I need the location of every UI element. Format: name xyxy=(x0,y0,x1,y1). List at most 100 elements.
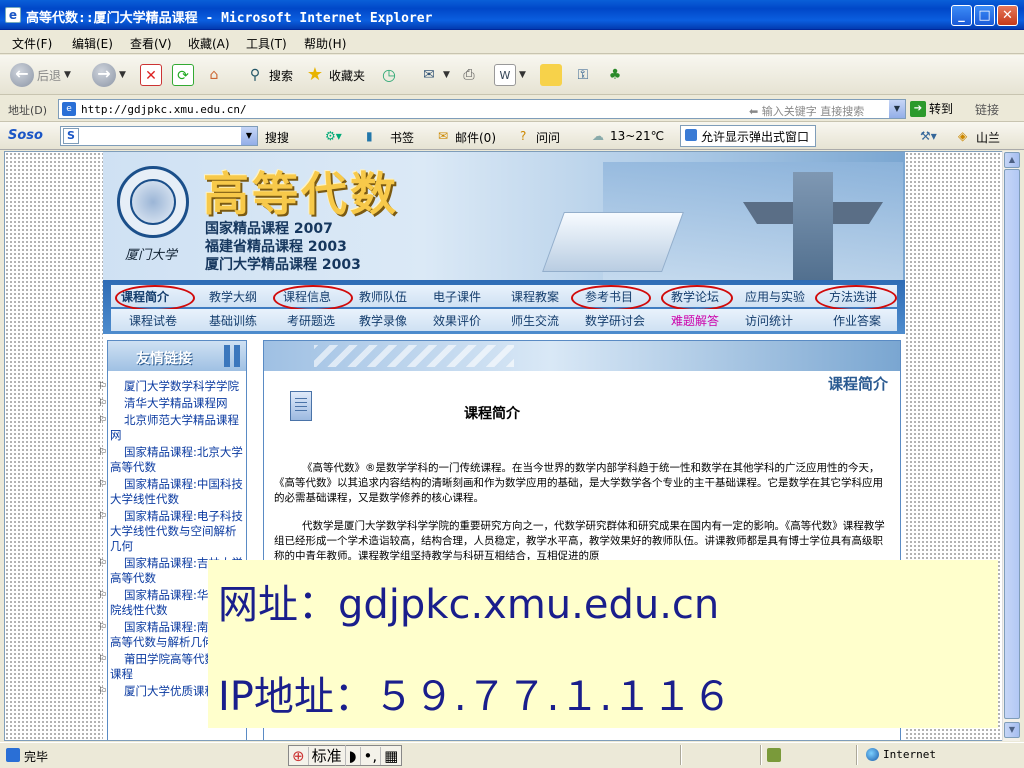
friend-link[interactable]: 北京师范大学精品课程网 xyxy=(98,413,244,443)
edit-button[interactable]: W ▼ xyxy=(494,63,526,87)
menu-edit[interactable]: 编辑(E) xyxy=(72,35,113,52)
soso-s-icon[interactable]: S xyxy=(63,128,79,144)
stop-button[interactable]: ✕ xyxy=(140,63,162,87)
soso-search-button[interactable]: 搜搜 xyxy=(265,129,289,146)
edit-dropdown-icon[interactable]: ▼ xyxy=(519,70,526,80)
friend-link[interactable]: 国家精品课程:北京大学高等代数 xyxy=(98,445,244,475)
address-search-hint: ⬅ 输入关键字 直接搜索 xyxy=(749,105,865,118)
soso-logo: Soso xyxy=(8,128,43,143)
friend-links-header: 友情链接 xyxy=(108,341,246,371)
seal-center xyxy=(130,179,176,225)
university-signature: 厦门大学 xyxy=(125,248,178,263)
refresh-button[interactable]: ⟳ xyxy=(172,63,194,87)
overlay-url-text: 网址：gdjpkc.xmu.edu.cn xyxy=(218,582,720,628)
favorites-label: 收藏夹 xyxy=(329,68,366,83)
status-bar: 完毕 ⊕ 标准 ◗ •, ▦ Internet xyxy=(0,742,1024,768)
nav-applications[interactable]: 应用与实验 xyxy=(745,288,805,305)
browser-window: e 高等代数::厦门大学精品课程 - Microsoft Internet Ex… xyxy=(0,0,1024,768)
scroll-up-icon[interactable]: ▲ xyxy=(1004,152,1020,168)
ime-toolbar[interactable]: ⊕ 标准 ◗ •, ▦ xyxy=(288,745,403,766)
article-paragraph: 代数学是厦门大学数学科学学院的重要研究方向之一，代数学研究群体和研究成果在国内有… xyxy=(274,520,885,562)
document-icon xyxy=(290,391,312,421)
nav-basic-training[interactable]: 基础训练 xyxy=(209,312,257,329)
research-button[interactable]: ⚿ xyxy=(572,63,594,87)
address-input[interactable]: e http://gdjpkc.xmu.edu.cn/ ⬅ 输入关键字 直接搜索… xyxy=(58,99,906,119)
tools-icon[interactable]: ⚒▾ xyxy=(920,129,937,143)
friend-link[interactable]: 厦门大学数学科学学院 xyxy=(98,379,244,394)
site-banner: 厦门大学 高等代数 国家精品课程 2007 福建省精品课程 2003 厦门大学精… xyxy=(103,152,905,280)
discuss-button[interactable] xyxy=(540,63,562,87)
ask-button[interactable]: 问问 xyxy=(536,129,560,146)
ime-halfwidth-icon[interactable]: ◗ xyxy=(346,746,361,765)
article-paragraph: 《高等代数》®是数学学科的一门传统课程。在当今世界的数学内部学科趋于统一性和数学… xyxy=(274,462,883,504)
nav-hard-problems[interactable]: 难题解答 xyxy=(671,312,719,329)
menu-view[interactable]: 查看(V) xyxy=(130,35,172,52)
links-button[interactable]: 链接 xyxy=(975,101,999,118)
weather-icon: ☁ xyxy=(592,129,604,143)
address-dropdown-icon[interactable]: ▼ xyxy=(889,100,905,118)
scroll-thumb[interactable] xyxy=(1004,169,1020,719)
address-url[interactable]: http://gdjpkc.xmu.edu.cn/ xyxy=(81,103,247,116)
nav-grad-exam[interactable]: 考研题选 xyxy=(287,312,335,329)
back-arrow-icon: ← xyxy=(10,63,34,87)
minimize-button[interactable]: _ xyxy=(951,5,972,26)
friend-links-title: 友情链接 xyxy=(136,351,192,367)
research-icon: ⚿ xyxy=(577,67,589,83)
nav-syllabus[interactable]: 教学大纲 xyxy=(209,288,257,305)
nav-seminar[interactable]: 数学研讨会 xyxy=(585,312,645,329)
nav-homework[interactable]: 作业答案 xyxy=(833,312,881,329)
friend-link[interactable]: 国家精品课程:中国科技大学线性代数 xyxy=(98,477,244,507)
close-button[interactable]: ✕ xyxy=(997,5,1018,26)
ime-mode[interactable]: 标准 xyxy=(309,745,346,766)
soso-dropdown-icon[interactable]: ▼ xyxy=(241,127,257,145)
mail-button[interactable]: ✉ ▼ xyxy=(418,63,450,87)
nav-statistics[interactable]: 访问统计 xyxy=(745,312,793,329)
nav-courseware[interactable]: 电子课件 xyxy=(433,288,481,305)
forward-button[interactable]: → ▼ xyxy=(92,63,126,87)
nav-lesson-plans[interactable]: 课程教案 xyxy=(511,288,559,305)
header-ornament xyxy=(224,345,230,367)
nav-exchange[interactable]: 师生交流 xyxy=(511,312,559,329)
print-button[interactable]: ⎙ xyxy=(458,63,480,87)
highlight-circle xyxy=(815,285,897,311)
highlight-circle xyxy=(273,285,353,311)
scroll-down-icon[interactable]: ▼ xyxy=(1004,722,1020,738)
weather-reading[interactable]: 13~21℃ xyxy=(610,129,664,143)
ime-keyboard-icon[interactable]: ▦ xyxy=(381,747,401,765)
maximize-button[interactable]: □ xyxy=(974,5,995,26)
nav-videos[interactable]: 教学录像 xyxy=(359,312,407,329)
allow-popups-button[interactable]: 允许显示弹出式窗口 xyxy=(680,125,817,147)
menu-file[interactable]: 文件(F) xyxy=(12,35,52,52)
title-bar[interactable]: e 高等代数::厦门大学精品课程 - Microsoft Internet Ex… xyxy=(0,0,1024,30)
menu-help[interactable]: 帮助(H) xyxy=(304,35,346,52)
go-button[interactable]: ➔ 转到 xyxy=(910,100,953,117)
bookmarks-button[interactable]: 书签 xyxy=(390,129,414,146)
note-icon xyxy=(540,64,562,86)
soso-options-icon[interactable]: ⚙▾ xyxy=(325,129,342,143)
forward-dropdown-icon[interactable]: ▼ xyxy=(119,70,126,80)
messenger-button[interactable]: ♣ xyxy=(604,63,626,87)
menu-tools[interactable]: 工具(T) xyxy=(246,35,287,52)
nav-teachers[interactable]: 教师队伍 xyxy=(359,288,407,305)
favorites-button[interactable]: ★ 收藏夹 xyxy=(304,63,365,87)
mail-count-button[interactable]: 邮件(0) xyxy=(455,129,496,146)
messenger-icon: ♣ xyxy=(608,67,622,83)
history-button[interactable]: ◷ xyxy=(378,63,400,87)
ime-logo-icon[interactable]: ⊕ xyxy=(289,746,309,765)
search-button[interactable]: ⚲ 搜索 xyxy=(244,63,293,87)
nav-evaluation[interactable]: 效果评价 xyxy=(433,312,481,329)
background-pattern-left xyxy=(5,152,103,740)
back-dropdown-icon[interactable]: ▼ xyxy=(64,70,71,80)
menu-favorites[interactable]: 收藏(A) xyxy=(188,35,230,52)
vertical-scrollbar[interactable]: ▲ ▼ xyxy=(1002,151,1020,741)
home-button[interactable]: ⌂ xyxy=(203,63,225,87)
go-arrow-icon: ➔ xyxy=(910,100,926,117)
mail-dropdown-icon[interactable]: ▼ xyxy=(443,70,450,80)
friend-link[interactable]: 清华大学精品课程网 xyxy=(98,396,244,411)
shanlan-button[interactable]: 山兰 xyxy=(976,129,1000,146)
ime-punct-icon[interactable]: •, xyxy=(361,746,382,765)
soso-search-input[interactable]: S ▼ xyxy=(60,126,258,146)
nav-exams[interactable]: 课程试卷 xyxy=(129,312,177,329)
back-button[interactable]: ← 后退 ▼ xyxy=(10,63,71,87)
friend-link[interactable]: 国家精品课程:电子科技大学线性代数与空间解析几何 xyxy=(98,509,244,554)
